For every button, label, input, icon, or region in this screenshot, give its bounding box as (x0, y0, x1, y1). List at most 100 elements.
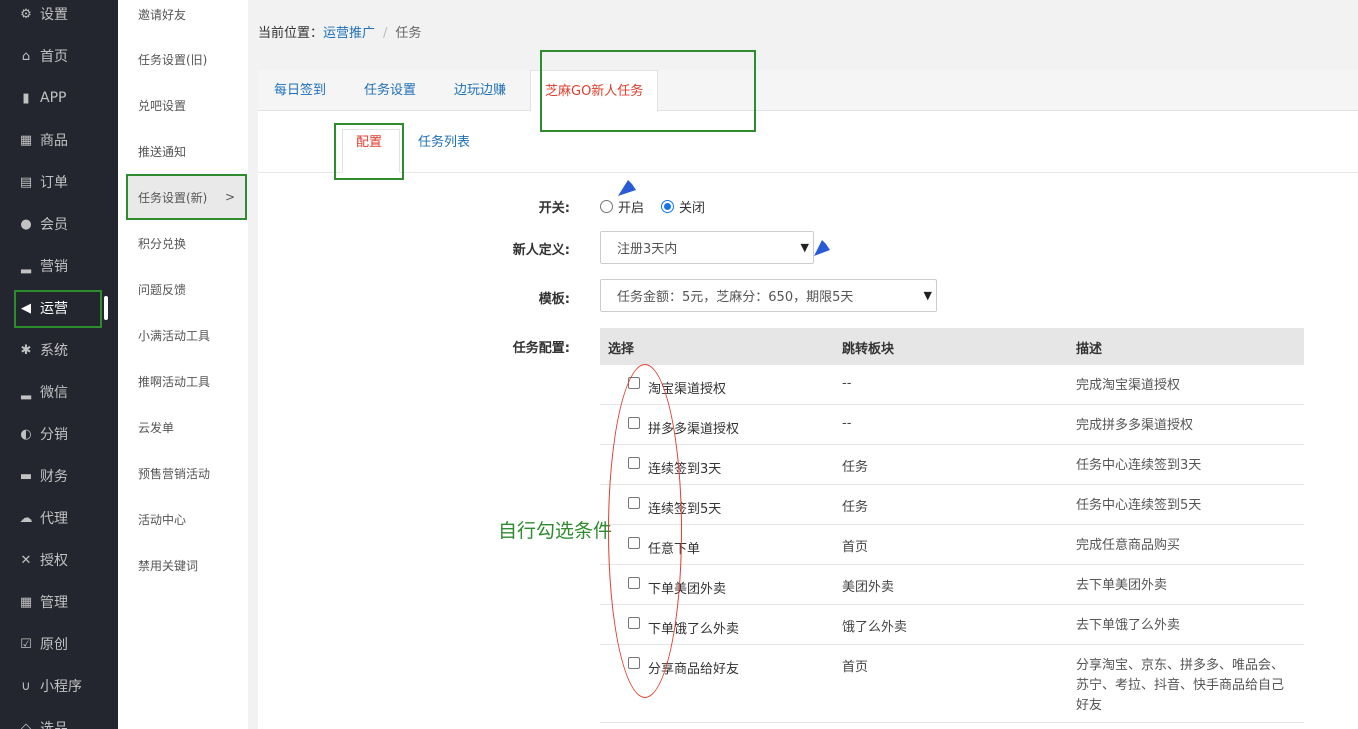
task-config-table: 选择 跳转板块 描述 淘宝渠道授权 -- 完成淘宝渠道授权 拼多多渠道授权 --… (600, 328, 1304, 723)
submenu-item[interactable]: 问题反馈 (118, 266, 248, 312)
submenu-item[interactable]: 推送通知 (118, 128, 248, 174)
submenu-label: 云发单 (138, 420, 175, 435)
nav-label: 原创 (40, 637, 68, 653)
submenu-label: 推送通知 (138, 144, 187, 159)
task-desc: 完成任意商品购买 (1076, 538, 1181, 553)
nav-item-app[interactable]: ▮ APP (0, 77, 118, 119)
taskconf-label: 任务配置: (512, 341, 570, 356)
newuser-select[interactable]: 注册3天内 ▼ (600, 231, 814, 264)
task-target: 首页 (842, 660, 869, 675)
bar-chart-icon: ▂ (21, 384, 31, 400)
nav-item-agent[interactable]: ☁ 代理 (0, 497, 118, 539)
submenu-item[interactable]: 兑吧设置 (118, 82, 248, 128)
nav-item-authorize[interactable]: ✕ 授权 (0, 539, 118, 581)
nav-label: 设置 (40, 7, 68, 23)
nav-label: 小程序 (40, 679, 82, 695)
table-row: 连续签到5天 任务 任务中心连续签到5天 (600, 485, 1304, 525)
asterisk-icon: ✱ (20, 342, 32, 358)
submenu-item[interactable]: 预售营销活动 (118, 450, 248, 496)
shuffle-icon: ✕ (20, 552, 32, 568)
submenu-item[interactable]: 活动中心 (118, 496, 248, 542)
select-value: 注册3天内 (617, 242, 678, 257)
tab-bar: 每日签到 任务设置 边玩边赚 芝麻GO新人任务 (258, 50, 1358, 132)
task-target: 饿了么外卖 (842, 620, 908, 635)
task-target: 美团外卖 (842, 580, 895, 595)
user-icon: ● (20, 216, 32, 232)
breadcrumb-prefix: 当前位置： (258, 26, 324, 41)
submenu-item[interactable]: 邀请好友 (118, 0, 248, 37)
submenu-item[interactable]: 小满活动工具 (118, 312, 248, 358)
header-desc: 描述 (1076, 342, 1103, 357)
diamond-icon: ◇ (21, 720, 31, 729)
submenu-item[interactable]: 推啊活动工具 (118, 358, 248, 404)
table-row: 淘宝渠道授权 -- 完成淘宝渠道授权 (600, 365, 1304, 405)
submenu-label: 邀请好友 (138, 7, 187, 22)
list-icon: ▤ (19, 174, 33, 190)
radio-on[interactable] (600, 200, 613, 213)
nav-item-selection[interactable]: ◇ 选品 (0, 707, 118, 729)
radio-off[interactable] (661, 200, 674, 213)
template-select[interactable]: 任务金额：5元，芝麻分：650，期限5天 ▼ (600, 279, 937, 312)
submenu-item[interactable]: 云发单 (118, 404, 248, 450)
submenu-item[interactable]: 积分兑换 (118, 220, 248, 266)
tab-daily-signin[interactable]: 每日签到 (274, 70, 326, 111)
header-target: 跳转板块 (842, 342, 895, 357)
highlight-box (334, 123, 404, 180)
nav-item-marketing[interactable]: ▂ 营销 (0, 245, 118, 287)
task-desc: 去下单美团外卖 (1076, 578, 1168, 593)
nav-item-orders[interactable]: ▤ 订单 (0, 161, 118, 203)
nav-label: 选品 (40, 721, 68, 729)
nav-item-settings[interactable]: ⚙ 设置 (0, 0, 118, 35)
subtab-task-list[interactable]: 任务列表 (418, 131, 470, 150)
submenu-label: 推啊活动工具 (138, 374, 211, 389)
select-value: 任务金额：5元，芝麻分：650，期限5天 (617, 290, 854, 305)
table-row: 下单饿了么外卖 饿了么外卖 去下单饿了么外卖 (600, 605, 1304, 645)
tab-task-settings[interactable]: 任务设置 (364, 70, 416, 111)
nav-label: 系统 (40, 343, 68, 359)
annotation-ellipse (608, 364, 682, 698)
arrow-icon (618, 164, 668, 196)
nav-item-members[interactable]: ● 会员 (0, 203, 118, 245)
edit-icon: ☑ (20, 636, 32, 652)
nav-item-wechat[interactable]: ▂ 微信 (0, 371, 118, 413)
submenu: 邀请好友 任务设置(旧) 兑吧设置 推送通知 任务设置(新) > 积分兑换 问题反… (118, 0, 248, 729)
submenu-label: 任务设置(新) (138, 190, 208, 205)
submenu-label: 预售营销活动 (138, 466, 211, 481)
table-row: 任意下单 首页 完成任意商品购买 (600, 525, 1304, 565)
nav-label: 订单 (40, 175, 68, 191)
nav-item-miniprogram[interactable]: ∪ 小程序 (0, 665, 118, 707)
bookmark-icon: ▮ (22, 90, 30, 106)
cloud-icon: ☁ (19, 510, 33, 526)
switch-on-option[interactable]: 开启 (600, 197, 644, 216)
breadcrumb-link[interactable]: 运营推广 (323, 26, 375, 41)
nav-item-manage[interactable]: ▦ 管理 (0, 581, 118, 623)
radio-label: 关闭 (679, 201, 706, 216)
chevron-down-icon: ▼ (800, 241, 809, 254)
nav-item-home[interactable]: ⌂ 首页 (0, 35, 118, 77)
radio-label: 开启 (618, 201, 645, 216)
nav-item-original[interactable]: ☑ 原创 (0, 623, 118, 665)
bar-chart-icon: ▂ (21, 258, 31, 274)
task-target: 首页 (842, 540, 869, 555)
header-select: 选择 (608, 342, 635, 357)
task-desc: 去下单饿了么外卖 (1076, 618, 1181, 633)
submenu-item[interactable]: 禁用关键词 (118, 542, 248, 588)
submenu-item-task-settings-new[interactable]: 任务设置(新) > (126, 174, 247, 220)
nav-item-finance[interactable]: ▬ 财务 (0, 455, 118, 497)
nav-label: 管理 (40, 595, 68, 611)
breadcrumb-separator: / (383, 26, 388, 41)
nav-item-system[interactable]: ✱ 系统 (0, 329, 118, 371)
submenu-item[interactable]: 任务设置(旧) (118, 36, 248, 82)
nav-item-distribution[interactable]: ◐ 分销 (0, 413, 118, 455)
nav-label: 财务 (40, 469, 68, 485)
newuser-label: 新人定义: (512, 243, 570, 258)
tab-play-earn[interactable]: 边玩边赚 (454, 70, 506, 111)
gear-icon: ⚙ (20, 6, 32, 22)
submenu-label: 兑吧设置 (138, 98, 187, 113)
nav-item-goods[interactable]: ▦ 商品 (0, 119, 118, 161)
task-desc: 任务中心连续签到3天 (1076, 458, 1202, 473)
switch-off-option[interactable]: 关闭 (661, 197, 705, 216)
switch-label: 开关: (538, 201, 570, 216)
task-target: -- (842, 376, 852, 391)
briefcase-icon: ▬ (19, 468, 33, 484)
